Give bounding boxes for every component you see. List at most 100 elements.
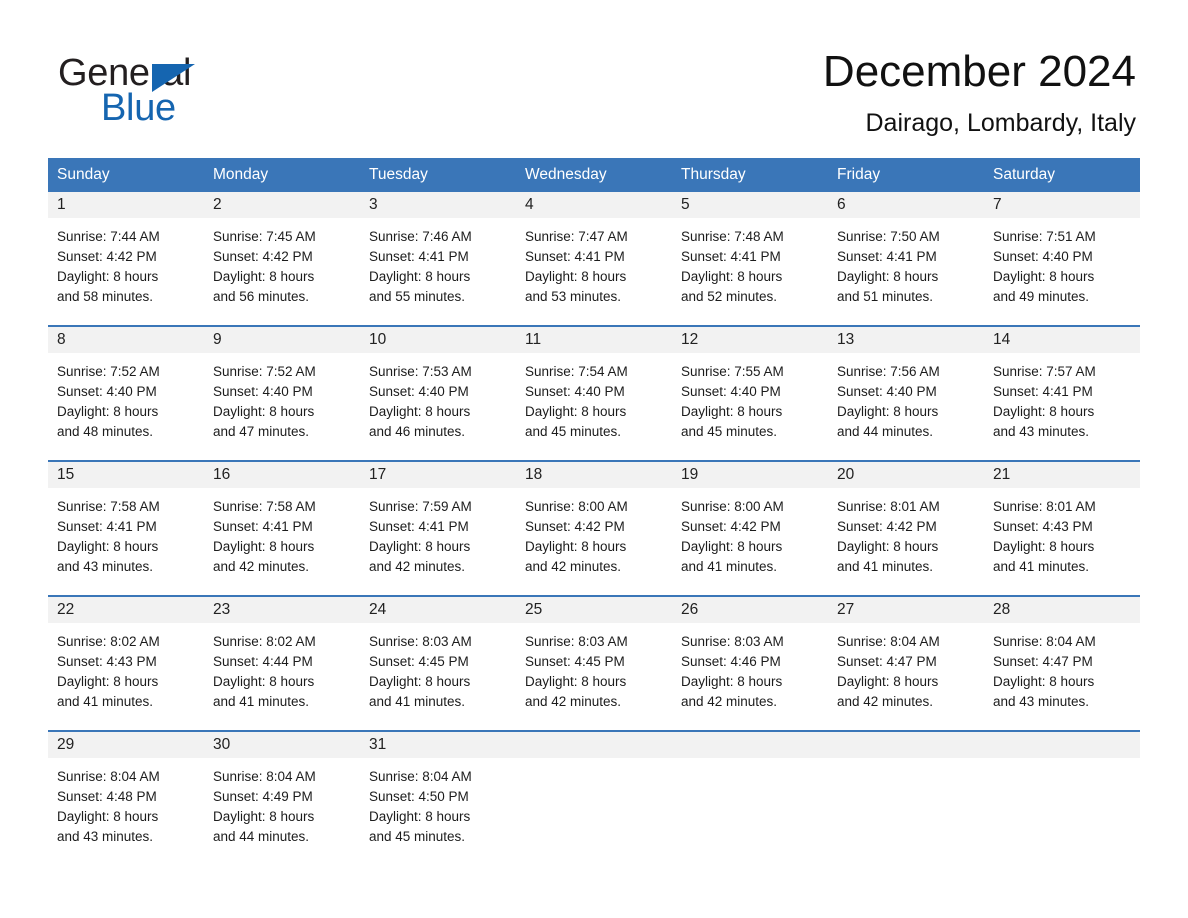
weekday-header-thursday: Thursday: [672, 158, 828, 192]
calendar-day-cell[interactable]: 25 Sunrise: 8:03 AM Sunset: 4:45 PM Dayligh…: [516, 595, 672, 731]
day-number: 18: [516, 462, 672, 488]
day-details: Sunrise: 7:45 AM Sunset: 4:42 PM Daylight:…: [204, 218, 360, 307]
calendar-day-cell[interactable]: 12 Sunrise: 7:55 AM Sunset: 4:40 PM Dayligh…: [672, 325, 828, 461]
generalblue-logo[interactable]: General Blue: [58, 52, 318, 129]
daylight-text-line2: and 41 minutes.: [369, 694, 466, 709]
sunset-text: Sunset: 4:41 PM: [837, 249, 937, 264]
calendar-body: 1 Sunrise: 7:44 AM Sunset: 4:42 PM Daylight…: [48, 192, 1140, 865]
calendar-day-cell[interactable]: 22 Sunrise: 8:02 AM Sunset: 4:43 PM Dayligh…: [48, 595, 204, 731]
weekday-header-sunday: Sunday: [48, 158, 204, 192]
sunrise-text: Sunrise: 7:57 AM: [993, 364, 1096, 379]
sunset-text: Sunset: 4:41 PM: [57, 519, 157, 534]
day-details: Sunrise: 7:54 AM Sunset: 4:40 PM Daylight:…: [516, 353, 672, 442]
day-number: 23: [204, 597, 360, 623]
calendar-day-cell[interactable]: 30 Sunrise: 8:04 AM Sunset: 4:49 PM Dayligh…: [204, 730, 360, 865]
daylight-text-line2: and 48 minutes.: [57, 424, 154, 439]
calendar-day-cell[interactable]: 31 Sunrise: 8:04 AM Sunset: 4:50 PM Dayligh…: [360, 730, 516, 865]
day-number: 6: [828, 192, 984, 218]
day-number: 14: [984, 327, 1140, 353]
day-details: Sunrise: 8:01 AM Sunset: 4:42 PM Daylight:…: [828, 488, 984, 577]
calendar-day-cell[interactable]: 4 Sunrise: 7:47 AM Sunset: 4:41 PM Daylight…: [516, 192, 672, 326]
daylight-text-line1: Daylight: 8 hours: [213, 539, 315, 554]
calendar-day-cell[interactable]: 5 Sunrise: 7:48 AM Sunset: 4:41 PM Daylight…: [672, 192, 828, 326]
daylight-text-line1: Daylight: 8 hours: [681, 674, 783, 689]
sunrise-text: Sunrise: 7:45 AM: [213, 229, 316, 244]
sunset-text: Sunset: 4:48 PM: [57, 789, 157, 804]
calendar-day-cell[interactable]: 11 Sunrise: 7:54 AM Sunset: 4:40 PM Dayligh…: [516, 325, 672, 461]
logo-text-blue: Blue: [101, 87, 176, 129]
sunrise-text: Sunrise: 8:01 AM: [837, 499, 940, 514]
daylight-text-line2: and 42 minutes.: [837, 694, 934, 709]
calendar-day-cell[interactable]: 21 Sunrise: 8:01 AM Sunset: 4:43 PM Dayligh…: [984, 460, 1140, 596]
daylight-text-line2: and 45 minutes.: [681, 424, 778, 439]
day-details: Sunrise: 7:57 AM Sunset: 4:41 PM Daylight:…: [984, 353, 1140, 442]
calendar-day-cell[interactable]: 29 Sunrise: 8:04 AM Sunset: 4:48 PM Dayligh…: [48, 730, 204, 865]
sunrise-text: Sunrise: 8:03 AM: [681, 634, 784, 649]
calendar-day-cell[interactable]: 27 Sunrise: 8:04 AM Sunset: 4:47 PM Dayligh…: [828, 595, 984, 731]
calendar-day-cell-empty: [672, 730, 828, 865]
sunset-text: Sunset: 4:41 PM: [213, 519, 313, 534]
calendar-day-cell[interactable]: 9 Sunrise: 7:52 AM Sunset: 4:40 PM Daylight…: [204, 325, 360, 461]
day-details: [672, 758, 828, 767]
sunrise-text: Sunrise: 7:51 AM: [993, 229, 1096, 244]
sunset-text: Sunset: 4:42 PM: [525, 519, 625, 534]
daylight-text-line2: and 42 minutes.: [681, 694, 778, 709]
weekday-header-tuesday: Tuesday: [360, 158, 516, 192]
calendar-day-cell[interactable]: 13 Sunrise: 7:56 AM Sunset: 4:40 PM Dayligh…: [828, 325, 984, 461]
calendar-day-cell[interactable]: 1 Sunrise: 7:44 AM Sunset: 4:42 PM Daylight…: [48, 192, 204, 326]
calendar-day-cell[interactable]: 17 Sunrise: 7:59 AM Sunset: 4:41 PM Dayligh…: [360, 460, 516, 596]
calendar-day-cell[interactable]: 7 Sunrise: 7:51 AM Sunset: 4:40 PM Daylight…: [984, 192, 1140, 326]
calendar-day-cell[interactable]: 10 Sunrise: 7:53 AM Sunset: 4:40 PM Dayligh…: [360, 325, 516, 461]
day-number: 20: [828, 462, 984, 488]
sunrise-text: Sunrise: 7:52 AM: [57, 364, 160, 379]
calendar-day-cell[interactable]: 20 Sunrise: 8:01 AM Sunset: 4:42 PM Dayligh…: [828, 460, 984, 596]
page-subtitle: Dairago, Lombardy, Italy: [865, 109, 1137, 137]
sunset-text: Sunset: 4:42 PM: [837, 519, 937, 534]
calendar-day-cell[interactable]: 3 Sunrise: 7:46 AM Sunset: 4:41 PM Daylight…: [360, 192, 516, 326]
daylight-text-line1: Daylight: 8 hours: [837, 539, 939, 554]
calendar-day-cell[interactable]: 2 Sunrise: 7:45 AM Sunset: 4:42 PM Daylight…: [204, 192, 360, 326]
day-number: 30: [204, 732, 360, 758]
daylight-text-line2: and 47 minutes.: [213, 424, 310, 439]
sunset-text: Sunset: 4:47 PM: [993, 654, 1093, 669]
sunrise-text: Sunrise: 8:02 AM: [57, 634, 160, 649]
sunset-text: Sunset: 4:47 PM: [837, 654, 937, 669]
calendar-day-cell[interactable]: 26 Sunrise: 8:03 AM Sunset: 4:46 PM Dayligh…: [672, 595, 828, 731]
sunset-text: Sunset: 4:40 PM: [837, 384, 937, 399]
day-number: 15: [48, 462, 204, 488]
daylight-text-line2: and 41 minutes.: [993, 559, 1090, 574]
daylight-text-line1: Daylight: 8 hours: [57, 809, 159, 824]
calendar-day-cell[interactable]: 18 Sunrise: 8:00 AM Sunset: 4:42 PM Dayligh…: [516, 460, 672, 596]
calendar-day-cell[interactable]: 15 Sunrise: 7:58 AM Sunset: 4:41 PM Dayligh…: [48, 460, 204, 596]
calendar-day-cell[interactable]: 16 Sunrise: 7:58 AM Sunset: 4:41 PM Dayligh…: [204, 460, 360, 596]
sunrise-text: Sunrise: 7:53 AM: [369, 364, 472, 379]
sunrise-text: Sunrise: 8:00 AM: [525, 499, 628, 514]
daylight-text-line2: and 41 minutes.: [681, 559, 778, 574]
daylight-text-line2: and 42 minutes.: [369, 559, 466, 574]
calendar-day-cell[interactable]: 6 Sunrise: 7:50 AM Sunset: 4:41 PM Daylight…: [828, 192, 984, 326]
sunrise-text: Sunrise: 8:04 AM: [213, 769, 316, 784]
day-number: 25: [516, 597, 672, 623]
calendar-day-cell[interactable]: 14 Sunrise: 7:57 AM Sunset: 4:41 PM Dayligh…: [984, 325, 1140, 461]
weekday-header-monday: Monday: [204, 158, 360, 192]
daylight-text-line2: and 43 minutes.: [993, 694, 1090, 709]
daylight-text-line1: Daylight: 8 hours: [369, 809, 471, 824]
day-number: [828, 732, 984, 758]
day-number: 16: [204, 462, 360, 488]
daylight-text-line2: and 41 minutes.: [213, 694, 310, 709]
calendar-day-cell[interactable]: 19 Sunrise: 8:00 AM Sunset: 4:42 PM Dayligh…: [672, 460, 828, 596]
sunrise-text: Sunrise: 7:47 AM: [525, 229, 628, 244]
sunset-text: Sunset: 4:43 PM: [57, 654, 157, 669]
sunrise-text: Sunrise: 7:52 AM: [213, 364, 316, 379]
day-details: Sunrise: 7:52 AM Sunset: 4:40 PM Daylight:…: [204, 353, 360, 442]
calendar-day-cell[interactable]: 8 Sunrise: 7:52 AM Sunset: 4:40 PM Daylight…: [48, 325, 204, 461]
calendar-day-cell[interactable]: 28 Sunrise: 8:04 AM Sunset: 4:47 PM Dayligh…: [984, 595, 1140, 731]
daylight-text-line2: and 52 minutes.: [681, 289, 778, 304]
daylight-text-line2: and 41 minutes.: [837, 559, 934, 574]
calendar-day-cell-empty: [984, 730, 1140, 865]
day-details: Sunrise: 8:04 AM Sunset: 4:47 PM Daylight:…: [984, 623, 1140, 712]
calendar-day-cell[interactable]: 24 Sunrise: 8:03 AM Sunset: 4:45 PM Dayligh…: [360, 595, 516, 731]
sunrise-text: Sunrise: 8:00 AM: [681, 499, 784, 514]
calendar-day-cell[interactable]: 23 Sunrise: 8:02 AM Sunset: 4:44 PM Dayligh…: [204, 595, 360, 731]
sunset-text: Sunset: 4:40 PM: [525, 384, 625, 399]
